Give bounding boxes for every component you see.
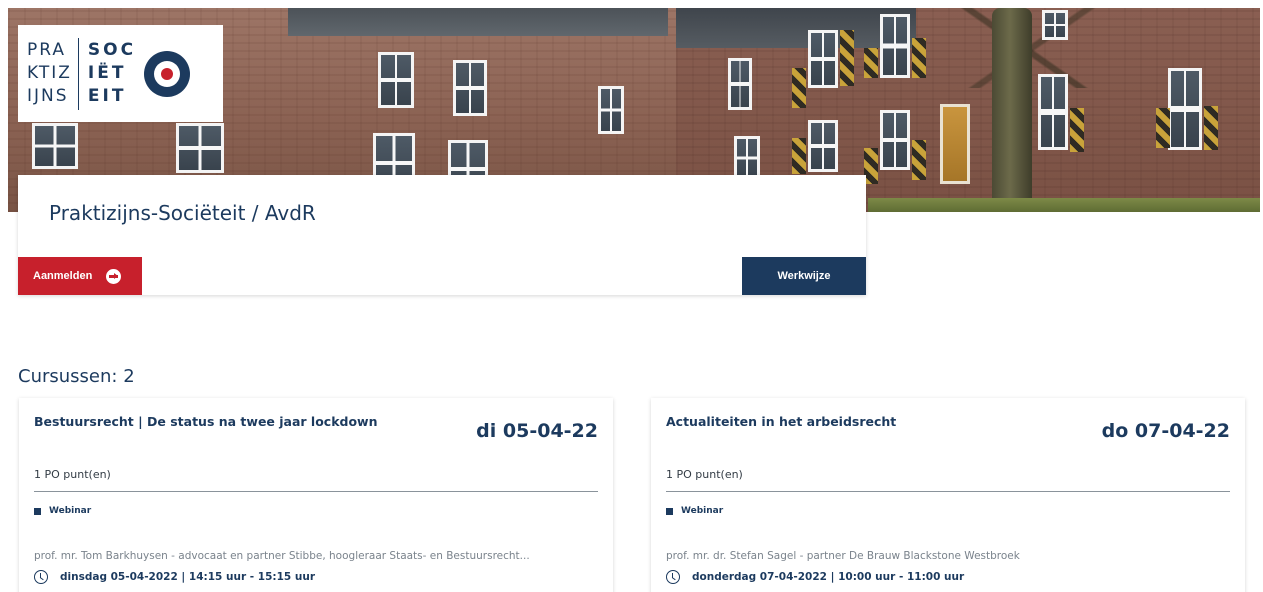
course-type: Webinar <box>34 506 91 516</box>
shutter <box>864 48 878 78</box>
window <box>728 58 752 110</box>
logo-text: PRA <box>27 40 67 60</box>
window <box>1168 68 1202 150</box>
clock-icon <box>34 570 48 584</box>
clock-icon <box>666 570 680 584</box>
register-button[interactable]: Aanmelden <box>18 257 142 295</box>
course-points: 1 PO punt(en) <box>666 468 743 481</box>
window <box>176 123 224 173</box>
shutter <box>864 148 878 184</box>
logo-text: SOC <box>87 40 137 60</box>
tree-trunk <box>992 8 1032 212</box>
arrow-right-circle-icon <box>106 268 122 284</box>
divider <box>34 491 598 492</box>
window <box>598 86 624 134</box>
window <box>378 52 414 108</box>
course-speaker: prof. mr. dr. Stefan Sagel - partner De … <box>666 550 1020 562</box>
window <box>880 110 910 170</box>
window <box>1038 74 1068 150</box>
course-time-label: dinsdag 05-04-2022 | 14:15 uur - 15:15 u… <box>60 571 316 583</box>
shutter <box>1156 108 1170 148</box>
course-type-label: Webinar <box>49 506 92 516</box>
register-button-label: Aanmelden <box>33 270 93 282</box>
course-time: dinsdag 05-04-2022 | 14:15 uur - 15:15 u… <box>34 570 315 584</box>
logo-text: IËT <box>87 63 127 83</box>
method-button[interactable]: Werkwijze <box>742 257 866 295</box>
grass <box>868 198 1260 212</box>
square-icon <box>34 507 41 515</box>
divider <box>666 491 1230 492</box>
roof <box>288 8 668 36</box>
site-logo[interactable]: PRA KTIZ IJNS SOC IËT EIT <box>18 25 223 122</box>
course-card[interactable]: Bestuursrecht | De status na twee jaar l… <box>19 398 613 592</box>
logo-text: KTIZ <box>27 63 72 83</box>
course-type: Webinar <box>666 506 723 516</box>
window <box>32 123 78 169</box>
logo-wordmark-left: PRA KTIZ IJNS <box>18 39 78 109</box>
course-date: do 07-04-22 <box>1101 420 1230 442</box>
window <box>880 14 910 78</box>
window <box>453 60 487 116</box>
course-title[interactable]: Bestuursrecht | De status na twee jaar l… <box>34 414 454 429</box>
logo-text: IJNS <box>27 86 69 106</box>
shutter <box>1204 106 1218 150</box>
course-title[interactable]: Actualiteiten in het arbeidsrecht <box>666 414 1086 429</box>
window <box>734 136 760 180</box>
course-time: donderdag 07-04-2022 | 10:00 uur - 11:00… <box>666 570 964 584</box>
window <box>808 30 838 88</box>
course-date: di 05-04-22 <box>476 420 598 442</box>
shutter <box>912 38 926 78</box>
organizer-card: Praktizijns-Sociëteit / AvdR Aanmelden W… <box>18 175 866 295</box>
shutter <box>1070 108 1084 152</box>
page-title: Praktizijns-Sociëteit / AvdR <box>49 201 316 225</box>
logo-wordmark-right: SOC IËT EIT <box>79 39 144 109</box>
window <box>808 120 838 172</box>
course-speaker: prof. mr. Tom Barkhuysen - advocaat en p… <box>34 550 530 562</box>
course-type-label: Webinar <box>681 506 724 516</box>
course-points: 1 PO punt(en) <box>34 468 111 481</box>
window <box>1042 10 1068 40</box>
course-card[interactable]: Actualiteiten in het arbeidsrecht do 07-… <box>651 398 1245 592</box>
shutter <box>840 30 854 86</box>
shutter <box>912 140 926 180</box>
method-button-label: Werkwijze <box>777 270 831 282</box>
square-icon <box>666 507 673 515</box>
door <box>940 104 970 184</box>
target-logo-icon <box>144 50 191 97</box>
shutter <box>792 138 806 174</box>
shutter <box>792 68 806 108</box>
course-count-heading: Cursussen: 2 <box>18 366 135 387</box>
logo-text: EIT <box>87 86 127 106</box>
course-time-label: donderdag 07-04-2022 | 10:00 uur - 11:00… <box>692 571 965 583</box>
